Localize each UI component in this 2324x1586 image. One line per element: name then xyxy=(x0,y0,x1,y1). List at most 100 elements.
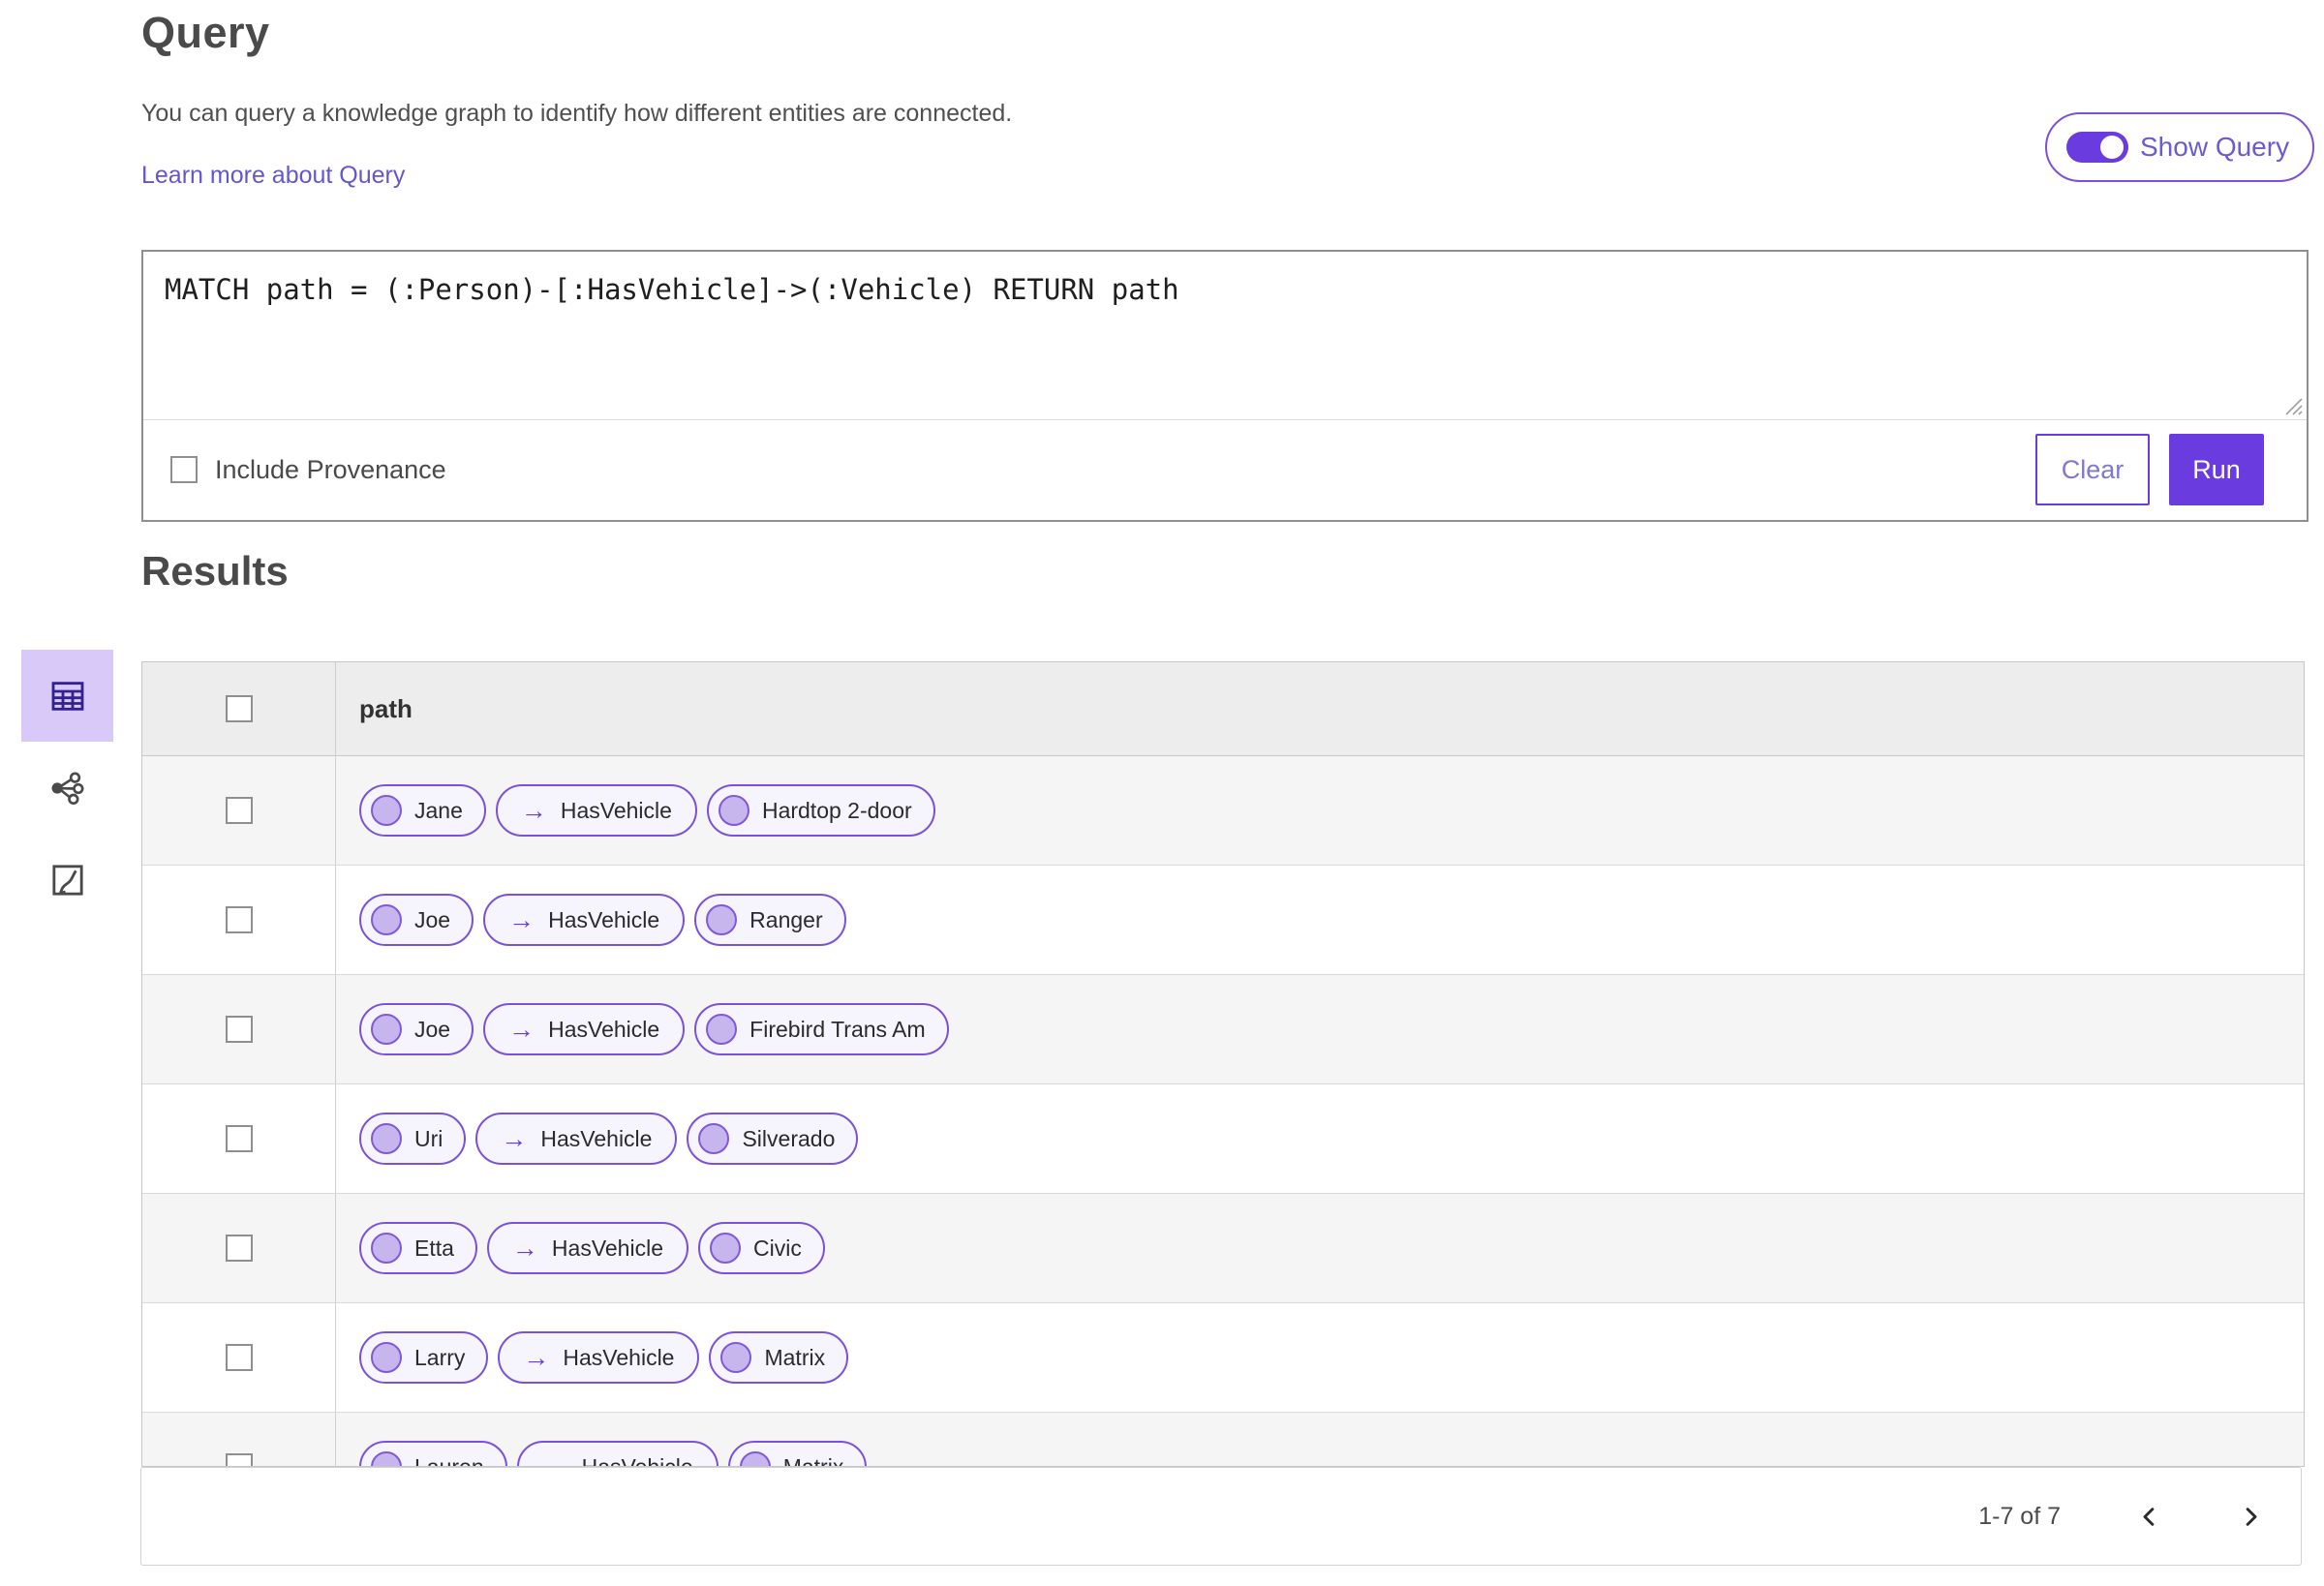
row-checkbox[interactable] xyxy=(225,906,253,933)
row-checkbox[interactable] xyxy=(225,1453,253,1466)
sidebar-item-map-view[interactable] xyxy=(21,834,113,926)
relationship-label: HasVehicle xyxy=(551,1235,663,1261)
table-row: Joe → HasVehicle Ranger xyxy=(142,866,2304,975)
previous-page-button[interactable] xyxy=(2136,1504,2162,1530)
row-checkbox[interactable] xyxy=(225,1125,253,1152)
arrow-right-icon: → xyxy=(541,1451,568,1467)
row-checkbox[interactable] xyxy=(225,1235,253,1262)
row-checkbox[interactable] xyxy=(225,1344,253,1371)
relationship-pill[interactable]: → HasVehicle xyxy=(475,1113,678,1165)
relationship-label: HasVehicle xyxy=(548,1016,660,1042)
node-icon xyxy=(710,1233,741,1264)
relationship-pill[interactable]: → HasVehicle xyxy=(483,1003,686,1055)
relationship-label: HasVehicle xyxy=(560,797,672,823)
link-chart-icon xyxy=(51,772,83,805)
row-check-cell xyxy=(142,756,336,865)
table-body: Jane → HasVehicle Hardtop 2-door Joe → H… xyxy=(142,756,2304,1467)
row-checkbox[interactable] xyxy=(225,1016,253,1043)
entity-pill-source[interactable]: Etta xyxy=(359,1222,477,1274)
entity-label: Larry xyxy=(414,1344,466,1370)
next-page-button[interactable] xyxy=(2238,1504,2264,1530)
row-path-cell: Larry → HasVehicle Matrix xyxy=(336,1303,2304,1412)
node-icon xyxy=(371,1451,402,1466)
run-button[interactable]: Run xyxy=(2169,434,2264,505)
row-path-cell: Jane → HasVehicle Hardtop 2-door xyxy=(336,756,2304,865)
chevron-right-icon xyxy=(2246,1507,2257,1526)
query-input[interactable]: MATCH path = (:Person)-[:HasVehicle]->(:… xyxy=(143,252,2307,419)
node-icon xyxy=(371,1233,402,1264)
row-check-cell xyxy=(142,1084,336,1193)
relationship-label: HasVehicle xyxy=(540,1125,653,1151)
entity-label: Ranger xyxy=(749,906,823,932)
node-icon xyxy=(371,1123,402,1154)
row-path-cell: Lauren → HasVehicle Matrix xyxy=(336,1413,2304,1467)
entity-label: Etta xyxy=(414,1235,454,1261)
row-checkbox[interactable] xyxy=(225,797,253,824)
sidebar-item-table-view[interactable] xyxy=(21,650,113,742)
row-check-cell xyxy=(142,975,336,1083)
clear-button[interactable]: Clear xyxy=(2035,434,2150,505)
entity-pill-target[interactable]: Matrix xyxy=(709,1331,849,1384)
entity-label: Uri xyxy=(414,1125,443,1151)
entity-pill-source[interactable]: Larry xyxy=(359,1331,489,1384)
entity-label: Silverado xyxy=(742,1125,836,1151)
query-actions-bar: Include Provenance Clear Run xyxy=(143,420,2307,519)
include-provenance-label: Include Provenance xyxy=(215,454,446,484)
arrow-right-icon: → xyxy=(520,795,547,825)
entity-label: Joe xyxy=(414,906,451,932)
table-row: Uri → HasVehicle Silverado xyxy=(142,1084,2304,1194)
pagination-range: 1-7 of 7 xyxy=(1978,1502,2061,1530)
arrow-right-icon: → xyxy=(523,1342,550,1372)
arrow-right-icon: → xyxy=(501,1123,528,1153)
relationship-pill[interactable]: → HasVehicle xyxy=(495,784,697,837)
row-path-cell: Joe → HasVehicle Firebird Trans Am xyxy=(336,975,2304,1083)
include-provenance-checkbox[interactable] xyxy=(170,456,198,483)
entity-pill-target[interactable]: Civic xyxy=(698,1222,825,1274)
sidebar-item-link-chart-view[interactable] xyxy=(21,742,113,834)
resize-handle-icon[interactable] xyxy=(2280,393,2304,416)
entity-pill-source[interactable]: Jane xyxy=(359,784,486,837)
table-icon xyxy=(51,681,83,711)
row-path-cell: Joe → HasVehicle Ranger xyxy=(336,866,2304,974)
entity-pill-source[interactable]: Joe xyxy=(359,894,474,946)
entity-label: Matrix xyxy=(764,1344,826,1370)
entity-label: Jane xyxy=(414,797,463,823)
page-title: Query xyxy=(141,8,270,57)
entity-pill-target[interactable]: Silverado xyxy=(687,1113,859,1165)
toggle-switch-icon[interactable] xyxy=(2066,132,2128,163)
table-row: Jane → HasVehicle Hardtop 2-door xyxy=(142,756,2304,866)
entity-pill-target[interactable]: Ranger xyxy=(694,894,846,946)
map-icon xyxy=(51,864,83,896)
entity-label: Joe xyxy=(414,1016,451,1042)
entity-pill-target[interactable]: Matrix xyxy=(727,1441,868,1466)
entity-pill-source[interactable]: Uri xyxy=(359,1113,467,1165)
row-check-cell xyxy=(142,1194,336,1302)
show-query-toggle[interactable]: Show Query xyxy=(2045,112,2315,182)
relationship-pill[interactable]: → HasVehicle xyxy=(486,1222,688,1274)
learn-more-link[interactable]: Learn more about Query xyxy=(141,162,405,190)
node-icon xyxy=(371,795,402,826)
node-icon xyxy=(706,1014,738,1045)
node-icon xyxy=(371,904,402,935)
entity-pill-source[interactable]: Lauren xyxy=(359,1441,507,1467)
entity-pill-target[interactable]: Hardtop 2-door xyxy=(706,784,935,837)
results-title: Results xyxy=(141,548,289,594)
entity-pill-source[interactable]: Joe xyxy=(359,1003,474,1055)
entity-label: Lauren xyxy=(414,1453,484,1467)
relationship-pill[interactable]: → HasVehicle xyxy=(498,1331,700,1384)
node-icon xyxy=(706,904,738,935)
node-icon xyxy=(698,1123,730,1154)
relationship-pill[interactable]: → HasVehicle xyxy=(483,894,686,946)
results-table: path Jane → HasVehicle Hardtop 2-door Jo… xyxy=(141,661,2305,1467)
entity-pill-target[interactable]: Firebird Trans Am xyxy=(694,1003,949,1055)
relationship-pill[interactable]: → HasVehicle xyxy=(516,1441,719,1467)
path-column-header: path xyxy=(359,693,413,723)
relationship-label: HasVehicle xyxy=(581,1453,693,1467)
table-row: Lauren → HasVehicle Matrix xyxy=(142,1413,2304,1467)
page-description: You can query a knowledge graph to ident… xyxy=(141,100,1013,127)
select-all-checkbox[interactable] xyxy=(225,695,253,722)
node-icon xyxy=(718,795,749,826)
header-path-cell: path xyxy=(336,662,2304,755)
header-check-cell xyxy=(142,662,336,755)
table-header-row: path xyxy=(142,662,2304,756)
